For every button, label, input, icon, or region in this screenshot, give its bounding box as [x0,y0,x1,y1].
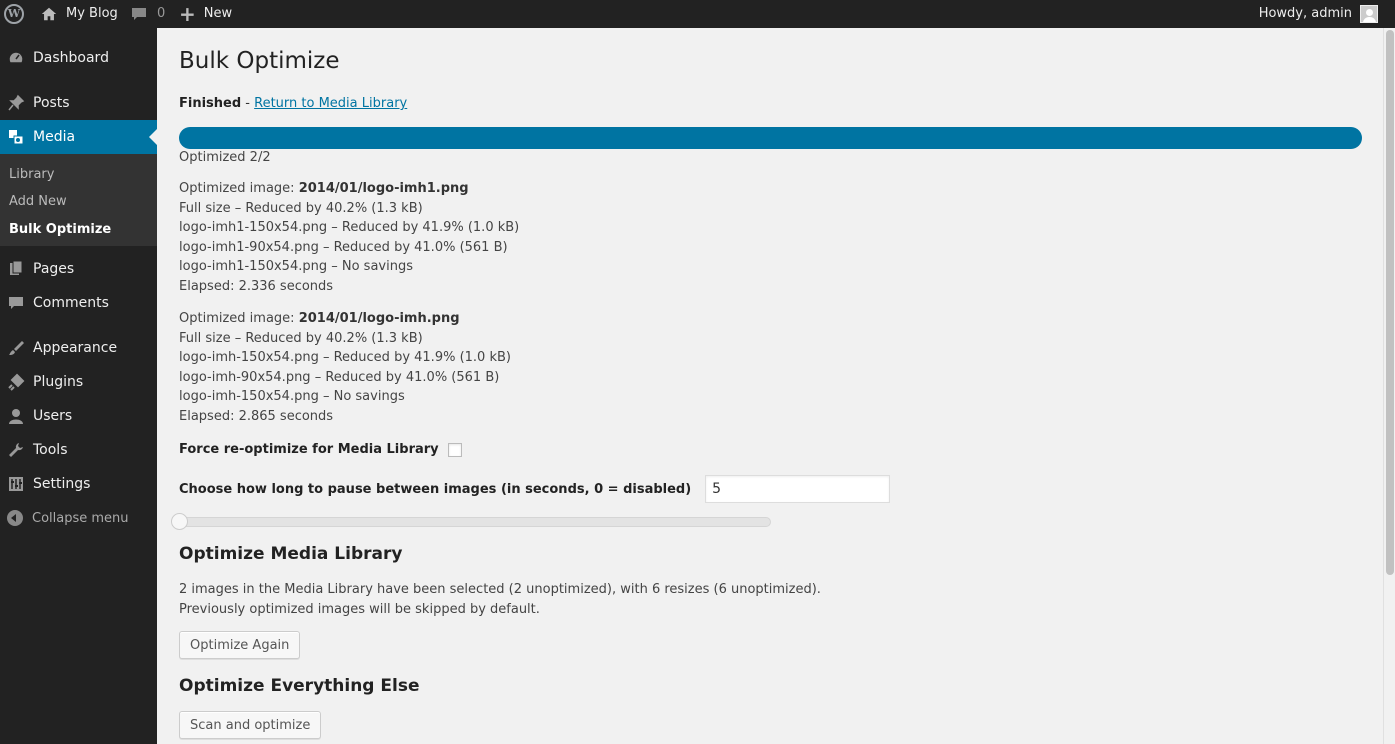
sliders-icon [6,474,26,494]
menu-label: Plugins [33,374,84,390]
return-to-media-library-link[interactable]: Return to Media Library [254,96,407,111]
pause-label: Choose how long to pause between images … [179,481,692,497]
submenu-item-bulk-optimize[interactable]: Bulk Optimize [9,222,111,237]
log-heading: Optimized image: 2014/01/logo-imh1.png [179,179,879,199]
menu-label: Posts [33,95,70,111]
progress-text: Optimized 2/2 [179,150,271,165]
log-line: logo-imh1-150x54.png – Reduced by 41.9% … [179,220,520,235]
menu-item-appearance[interactable]: Appearance [0,331,157,365]
user-icon [6,406,26,426]
brush-icon [6,338,26,358]
progress-bar [179,127,1362,149]
status-label: Finished [179,96,242,111]
menu-item-comments[interactable]: Comments [0,286,157,320]
submenu-item-library[interactable]: Library [9,167,54,182]
log-line: logo-imh1-150x54.png – No savings [179,259,413,274]
optimize-media-library-heading: Optimize Media Library [179,544,403,564]
avatar [1360,5,1378,23]
admin-menu: Dashboard Posts Media Library Add New Bu… [0,28,157,744]
menu-item-plugins[interactable]: Plugins [0,365,157,399]
scrollbar-thumb[interactable] [1386,30,1394,575]
optimization-log-entry: Optimized image: 2014/01/logo-imh1.png F… [179,179,879,296]
pause-slider-handle[interactable] [171,513,188,530]
log-line: logo-imh-150x54.png – No savings [179,389,405,404]
new-content-link[interactable]: + New [179,0,232,28]
menu-item-users[interactable]: Users [0,399,157,433]
menu-label: Pages [33,261,75,277]
log-heading: Optimized image: 2014/01/logo-imh.png [179,309,879,329]
menu-label: Settings [33,476,91,492]
log-line: Full size – Reduced by 40.2% (1.3 kB) [179,200,423,216]
menu-item-tools[interactable]: Tools [0,433,157,467]
comments-count: 0 [157,6,166,21]
menu-label: Dashboard [33,50,109,66]
page-scrollbar[interactable] [1383,28,1395,744]
menu-label: Users [33,408,73,424]
optimize-again-button[interactable]: Optimize Again [179,631,301,659]
collapse-menu-button[interactable]: Collapse menu [0,506,157,530]
menu-label: Media [33,129,76,145]
log-line: logo-imh-150x54.png – Reduced by 41.9% (… [179,350,511,365]
log-line: logo-imh1-90x54.png – Reduced by 41.0% (… [179,239,508,255]
pin-icon [6,93,26,113]
admin-bar: W My Blog 0 + New Howdy, admin [0,0,1395,28]
log-line: Elapsed: 2.336 seconds [179,278,334,294]
plus-icon: + [179,2,196,26]
menu-item-posts[interactable]: Posts [0,86,157,120]
log-file: 2014/01/logo-imh1.png [298,181,469,196]
collapse-label: Collapse menu [32,510,129,526]
page-title: Bulk Optimize [179,48,340,74]
scan-and-optimize-button[interactable]: Scan and optimize [179,711,322,739]
log-prefix: Optimized image: [179,181,299,196]
force-reoptimize-row: Force re-optimize for Media Library [179,442,462,457]
optimize-everything-else-heading: Optimize Everything Else [179,676,420,696]
plug-icon [6,372,26,392]
force-reoptimize-checkbox[interactable] [447,442,462,457]
log-line: Elapsed: 2.865 seconds [179,408,334,424]
log-line: Full size – Reduced by 40.2% (1.3 kB) [179,330,423,346]
description-line: Previously optimized images will be skip… [179,601,540,617]
status-separator: - [241,96,255,111]
log-file: 2014/01/logo-imh.png [298,311,460,326]
log-prefix: Optimized image: [179,311,299,326]
comment-icon [6,293,26,313]
pause-seconds-input[interactable] [705,475,891,503]
force-reoptimize-label: Force re-optimize for Media Library [179,442,439,457]
menu-item-media[interactable]: Media [0,120,157,154]
pages-icon [6,259,26,279]
wrench-icon [6,440,26,460]
site-name-link[interactable]: My Blog [40,0,118,28]
media-library-description: 2 images in the Media Library have been … [179,580,821,619]
pause-slider-track[interactable] [172,517,771,527]
menu-label: Comments [33,295,109,311]
site-name-label: My Blog [66,6,118,21]
home-icon [41,7,57,21]
status-line: Finished - Return to Media Library [179,96,407,111]
howdy-label: Howdy, admin [1258,6,1352,21]
menu-item-dashboard[interactable]: Dashboard [0,41,157,75]
media-icon [6,127,26,147]
menu-label: Appearance [33,340,118,356]
comments-link[interactable]: 0 [131,0,165,28]
log-line: logo-imh-90x54.png – Reduced by 41.0% (5… [179,369,500,385]
description-line: 2 images in the Media Library have been … [179,582,821,597]
new-label: New [203,6,233,21]
menu-item-pages[interactable]: Pages [0,252,157,286]
optimization-log-entry: Optimized image: 2014/01/logo-imh.png Fu… [179,309,879,426]
menu-item-settings[interactable]: Settings [0,467,157,501]
dashboard-icon [6,48,26,68]
comment-icon [132,8,146,20]
main-content: Bulk Optimize Finished - Return to Media… [157,28,1383,744]
wordpress-logo-icon[interactable]: W [4,0,26,28]
media-submenu: Library Add New Bulk Optimize [0,154,157,246]
pause-row: Choose how long to pause between images … [179,475,891,503]
submenu-item-add-new[interactable]: Add New [9,194,67,209]
account-menu[interactable]: Howdy, admin [1259,0,1378,28]
collapse-arrow-icon [7,510,23,526]
menu-label: Tools [33,442,68,458]
